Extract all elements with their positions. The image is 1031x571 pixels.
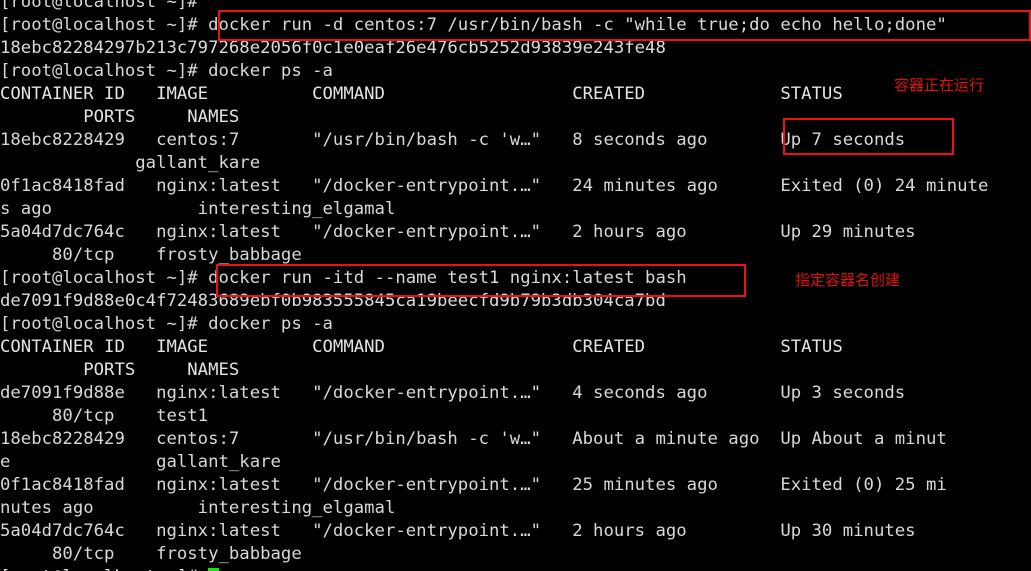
table-row: 18ebc8228429 centos:7 "/usr/bin/bash -c … xyxy=(0,130,906,150)
table-row: 0f1ac8418fad nginx:latest "/docker-entry… xyxy=(0,475,947,495)
annotation-container-running: 容器正在运行 xyxy=(894,76,985,94)
table-row-wrap: gallant_kare xyxy=(0,153,261,173)
terminal-line: [root@localhost ~]# xyxy=(0,0,209,12)
table-row-wrap: s ago interesting_elgamal xyxy=(0,199,396,219)
table-row: 18ebc8228429 centos:7 "/usr/bin/bash -c … xyxy=(0,429,947,449)
table-row-wrap: 80/tcp test1 xyxy=(0,406,209,426)
table-row-wrap: e gallant_kare xyxy=(0,452,281,472)
table-row: 5a04d7dc764c nginx:latest "/docker-entry… xyxy=(0,222,916,242)
terminal-line-command-run-detached: [root@localhost ~]# docker run -d centos… xyxy=(0,15,947,35)
table-row: 0f1ac8418fad nginx:latest "/docker-entry… xyxy=(0,176,989,196)
terminal-line-container-id-test1: de7091f9d88e0c4f72483689ebf0b983555845ca… xyxy=(0,291,666,311)
terminal-line-table-header-1-wrap: PORTS NAMES xyxy=(0,107,240,127)
terminal-line-table-header-2-wrap: PORTS NAMES xyxy=(0,360,240,380)
terminal-window[interactable]: [root@localhost ~]# [root@localhost ~]# … xyxy=(0,0,1031,571)
terminal-line-table-header-1: CONTAINER ID IMAGE COMMAND CREATED STATU… xyxy=(0,84,843,104)
table-row-wrap: 80/tcp frosty_babbage xyxy=(0,544,302,564)
table-row: de7091f9d88e nginx:latest "/docker-entry… xyxy=(0,383,906,403)
terminal-prompt-active[interactable]: [root@localhost ~]# xyxy=(0,566,1031,571)
table-row-wrap: nutes ago interesting_elgamal xyxy=(0,498,396,518)
terminal-line-command-ps-1: [root@localhost ~]# docker ps -a xyxy=(0,61,333,81)
annotation-named-create: 指定容器名创建 xyxy=(795,271,901,289)
prompt-text: [root@localhost ~]# xyxy=(0,567,208,571)
table-row: 5a04d7dc764c nginx:latest "/docker-entry… xyxy=(0,521,916,541)
terminal-line-container-id-centos: 18ebc82284297b213c797268e2056f0c1e0eaf26… xyxy=(0,38,666,58)
terminal-line-table-header-2: CONTAINER ID IMAGE COMMAND CREATED STATU… xyxy=(0,337,843,357)
table-row-wrap: 80/tcp frosty_babbage xyxy=(0,245,302,265)
terminal-line-command-ps-2: [root@localhost ~]# docker ps -a xyxy=(0,314,333,334)
